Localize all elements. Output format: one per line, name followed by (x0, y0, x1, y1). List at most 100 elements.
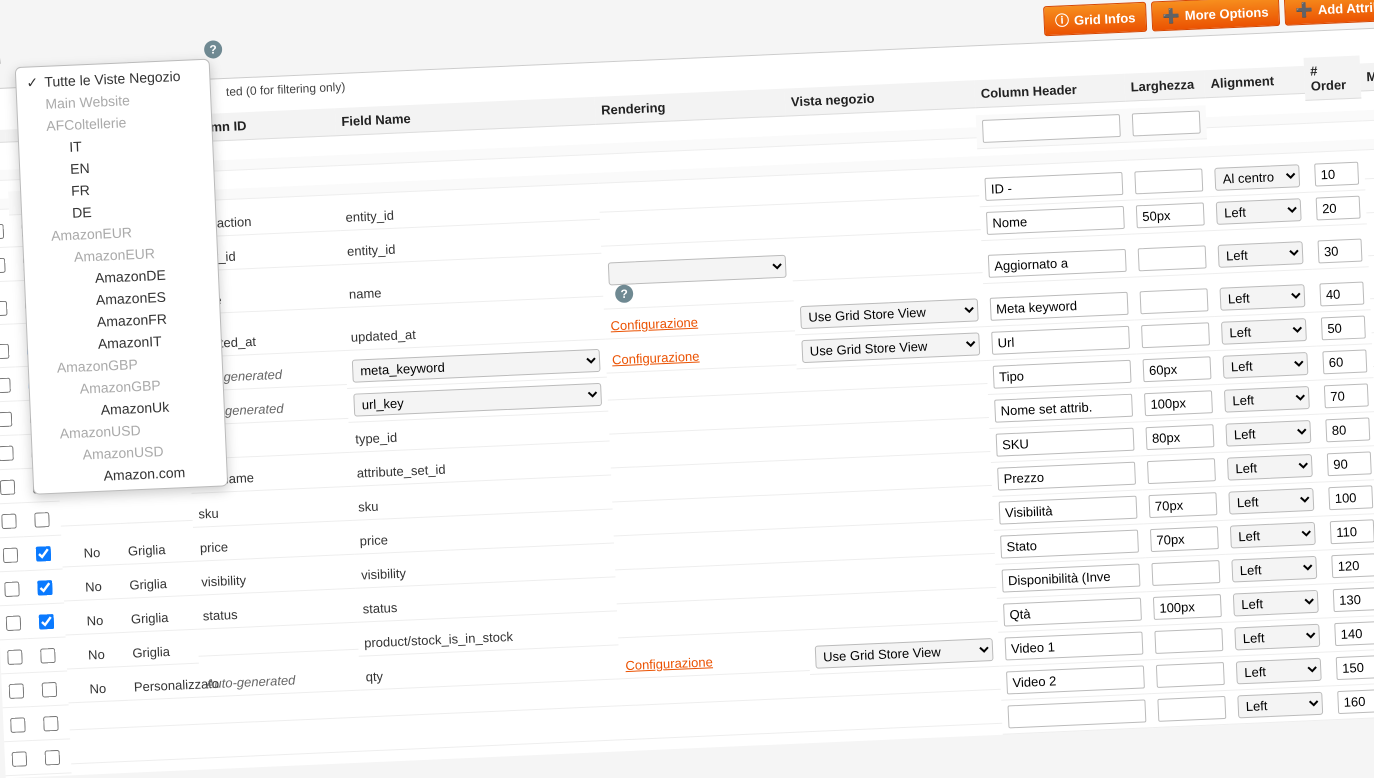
width-input[interactable] (1143, 356, 1212, 382)
width-input[interactable] (1136, 202, 1205, 228)
alignment-select[interactable]: Left (1233, 590, 1319, 617)
row-checkbox-1[interactable] (8, 683, 24, 699)
alignment-select[interactable]: Left (1230, 522, 1316, 549)
order-input[interactable] (1331, 553, 1374, 578)
row-checkbox-2[interactable] (35, 546, 51, 562)
column-header-input[interactable] (990, 292, 1129, 321)
row-checkbox-2[interactable] (34, 512, 50, 528)
row-checkbox-1[interactable] (11, 751, 27, 767)
column-header-input[interactable] (1006, 665, 1145, 694)
alignment-select[interactable]: Left (1218, 241, 1304, 268)
configurazione-link[interactable]: Configurazione (612, 349, 700, 368)
field-select[interactable]: url_key (353, 383, 602, 417)
alignment-select[interactable]: Left (1221, 318, 1307, 345)
alignment-select[interactable]: Left (1228, 488, 1314, 515)
row-checkbox-1[interactable] (7, 649, 23, 665)
order-input[interactable] (1321, 315, 1366, 340)
width-input[interactable] (1157, 696, 1226, 722)
order-input[interactable] (1336, 655, 1374, 680)
width-input[interactable] (1134, 168, 1203, 194)
row-checkbox-1[interactable] (2, 547, 18, 563)
column-header-input[interactable] (1002, 564, 1141, 593)
field-select[interactable]: meta_keyword (352, 349, 601, 383)
column-header-input[interactable] (1005, 631, 1144, 660)
alignment-select[interactable]: Left (1231, 556, 1317, 583)
width-input[interactable] (1148, 492, 1217, 518)
width-input[interactable] (1154, 628, 1223, 654)
more-options-button[interactable]: ➕ More Options (1151, 0, 1280, 32)
row-checkbox-2[interactable] (44, 749, 60, 765)
order-input[interactable] (1334, 621, 1374, 646)
row-checkbox-1[interactable] (0, 223, 4, 239)
help-icon[interactable]: ? (615, 284, 634, 303)
column-header-input[interactable] (994, 394, 1133, 423)
order-input[interactable] (1316, 196, 1361, 221)
row-checkbox-2[interactable] (43, 715, 59, 731)
width-input[interactable] (1151, 560, 1220, 586)
store-view-select[interactable]: Use Grid Store View (801, 332, 980, 363)
width-input[interactable] (1141, 322, 1210, 348)
configurazione-link[interactable]: Configurazione (610, 315, 698, 334)
order-input[interactable] (1330, 519, 1374, 544)
store-dropdown[interactable]: Tutte le Viste NegozioMain WebsiteAFColt… (15, 59, 228, 495)
width-input[interactable] (1156, 662, 1225, 688)
row-checkbox-1[interactable] (0, 300, 7, 316)
alignment-select[interactable]: Left (1219, 284, 1305, 311)
add-attribute-column-button[interactable]: ➕ Add Attribute Column (1284, 0, 1374, 26)
row-checkbox-1[interactable] (5, 615, 21, 631)
column-header-input[interactable] (1000, 530, 1139, 559)
order-input[interactable] (1327, 451, 1372, 476)
grid-infos-button[interactable]: ⓘ Grid Infos (1043, 2, 1147, 36)
column-header-input[interactable] (986, 206, 1125, 235)
alignment-select[interactable]: Left (1227, 454, 1313, 481)
help-icon[interactable]: ? (204, 40, 223, 59)
column-header-input[interactable] (1003, 598, 1142, 627)
row-checkbox-1[interactable] (0, 343, 9, 359)
column-header-input[interactable] (991, 326, 1130, 355)
row-checkbox-2[interactable] (37, 580, 53, 596)
row-checkbox-1[interactable] (0, 411, 12, 427)
order-input[interactable] (1333, 587, 1374, 612)
width-input[interactable] (1153, 594, 1222, 620)
row-checkbox-1[interactable] (0, 445, 13, 461)
row-checkbox-1[interactable] (0, 479, 15, 495)
row-checkbox-2[interactable] (40, 647, 56, 663)
order-input[interactable] (1318, 239, 1363, 264)
column-header-input[interactable] (984, 172, 1123, 201)
store-view-select[interactable]: Use Grid Store View (815, 638, 994, 669)
alignment-select[interactable]: Left (1216, 198, 1302, 225)
column-header-input[interactable] (1008, 699, 1147, 728)
row-checkbox-2[interactable] (38, 613, 54, 629)
row-checkbox-2[interactable] (41, 681, 57, 697)
alignment-select[interactable]: Left (1222, 352, 1308, 379)
alignment-select[interactable]: Left (1236, 658, 1322, 685)
store-switcher[interactable]: ozi ? Tutte le Viste NegozioMain Website… (0, 48, 1, 68)
order-input[interactable] (1322, 349, 1367, 374)
alignment-select[interactable]: Left (1225, 420, 1311, 447)
width-input[interactable] (1145, 424, 1214, 450)
store-view-select[interactable]: Use Grid Store View (800, 298, 979, 329)
filter-larghezza[interactable] (1132, 111, 1201, 137)
width-input[interactable] (1140, 288, 1209, 314)
order-input[interactable] (1324, 383, 1369, 408)
column-header-input[interactable] (996, 428, 1135, 457)
column-header-input[interactable] (988, 249, 1127, 278)
column-header-input[interactable] (999, 496, 1138, 525)
order-input[interactable] (1337, 689, 1374, 714)
width-input[interactable] (1138, 245, 1207, 271)
column-header-input[interactable] (993, 360, 1132, 389)
row-checkbox-1[interactable] (10, 717, 26, 733)
row-checkbox-1[interactable] (0, 257, 5, 273)
configurazione-link[interactable]: Configurazione (625, 654, 713, 673)
filter-column-header[interactable] (982, 114, 1121, 143)
row-checkbox-1[interactable] (4, 581, 20, 597)
order-input[interactable] (1328, 485, 1373, 510)
render-select[interactable] (608, 255, 787, 286)
width-input[interactable] (1147, 458, 1216, 484)
order-input[interactable] (1319, 282, 1364, 307)
alignment-select[interactable]: Left (1234, 624, 1320, 651)
order-input[interactable] (1325, 417, 1370, 442)
order-input[interactable] (1314, 162, 1359, 187)
alignment-select[interactable]: Left (1224, 386, 1310, 413)
width-input[interactable] (1150, 526, 1219, 552)
